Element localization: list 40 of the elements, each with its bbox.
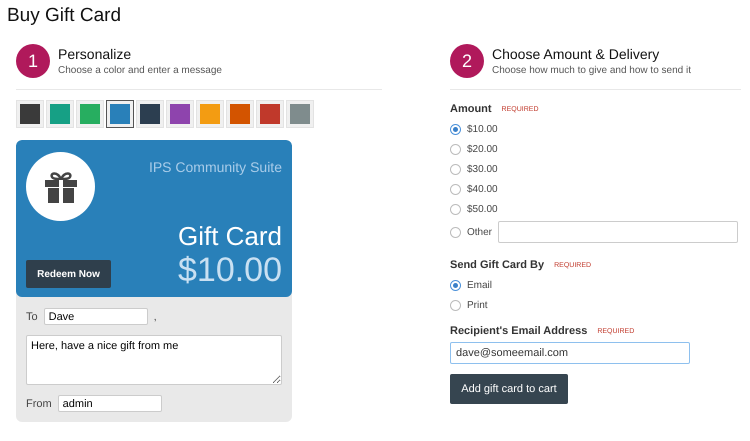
email-field[interactable]: dave@someemail.com <box>450 342 690 364</box>
radio-option[interactable]: $50.00 <box>450 201 741 217</box>
radio-option[interactable]: Print <box>450 297 741 313</box>
to-field[interactable]: Dave <box>44 308 148 325</box>
radio-button[interactable] <box>450 184 461 194</box>
to-label: To <box>26 310 38 322</box>
section-title: Choose Amount & Delivery <box>492 46 660 62</box>
radio-button[interactable] <box>450 300 461 310</box>
section-subtitle: Choose how much to give and how to send it <box>492 65 692 76</box>
comma: , <box>154 310 157 322</box>
radio-button[interactable] <box>450 164 461 174</box>
field-label: Amount <box>450 103 492 115</box>
from-field[interactable]: admin <box>58 395 162 412</box>
radio-option[interactable]: $40.00 <box>450 181 741 197</box>
other-amount-field[interactable] <box>498 221 738 243</box>
step-number: 2 <box>450 44 484 78</box>
section-title: Personalize <box>58 46 132 62</box>
radio-option[interactable]: Email <box>450 277 741 293</box>
card-amount: $10.00 <box>178 252 282 288</box>
radio-option[interactable]: $10.00 <box>450 121 741 137</box>
brand-name: IPS Community Suite <box>148 159 282 175</box>
page-title: Buy Gift Card <box>7 5 122 27</box>
add-to-cart-button[interactable]: Add gift card to cart <box>450 374 568 404</box>
from-label: From <box>26 398 52 410</box>
radio-button[interactable] <box>450 144 461 154</box>
radio-button[interactable] <box>450 124 461 134</box>
radio-button[interactable] <box>450 226 461 238</box>
radio-option[interactable]: Other <box>450 224 492 240</box>
radio-option[interactable]: $30.00 <box>450 161 741 177</box>
section-subtitle: Choose a color and enter a message <box>58 65 222 76</box>
message-field[interactable]: Here, have a nice gift from me <box>26 335 282 385</box>
radio-option[interactable]: $20.00 <box>450 141 741 157</box>
redeem-button[interactable]: Redeem Now <box>26 260 111 288</box>
radio-button[interactable] <box>450 204 461 214</box>
color-swatch[interactable] <box>106 100 134 128</box>
card-title: Gift Card <box>178 221 282 252</box>
field-label: Send Gift Card By <box>450 259 544 271</box>
field-label: Recipient's Email Address <box>450 325 588 337</box>
step-number: 1 <box>16 44 50 78</box>
radio-button[interactable] <box>450 280 461 290</box>
